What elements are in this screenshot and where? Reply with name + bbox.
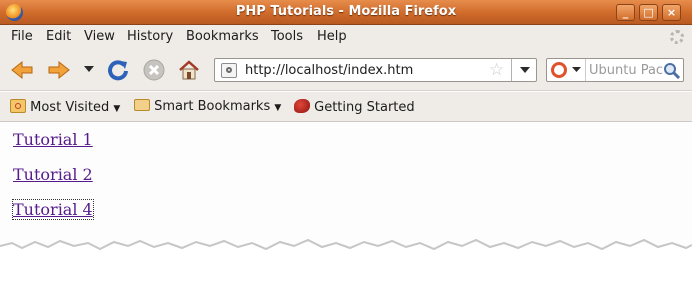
home-icon[interactable]	[178, 59, 200, 81]
bookmark-label: Getting Started	[314, 100, 415, 115]
url-dropdown-icon[interactable]	[520, 67, 530, 74]
dropdown-arrow-icon: ▼	[113, 104, 121, 114]
menu-tools[interactable]: Tools	[271, 29, 303, 44]
bookmarks-toolbar: Most Visited ▼ Smart Bookmarks ▼ Getting…	[0, 92, 692, 122]
minimize-button[interactable]: _	[616, 4, 635, 21]
menu-edit[interactable]: Edit	[46, 29, 71, 44]
site-identity-icon[interactable]	[221, 63, 237, 78]
bookmark-label: Smart Bookmarks	[154, 99, 271, 114]
browser-window: PHP Tutorials - Mozilla Firefox _ □ × Fi…	[0, 0, 692, 268]
navigation-toolbar: http://localhost/index.htm ☆ Ubuntu Pac	[0, 49, 692, 91]
search-icon[interactable]	[663, 62, 680, 79]
search-engine-icon[interactable]	[551, 62, 567, 78]
menu-help[interactable]: Help	[317, 29, 347, 44]
menu-bar: File Edit View History Bookmarks Tools H…	[0, 25, 692, 49]
back-arrow-icon[interactable]	[10, 60, 34, 80]
throbber-icon	[670, 30, 684, 44]
bookmark-getting-started[interactable]: Getting Started	[294, 99, 415, 115]
maximize-button[interactable]: □	[639, 4, 658, 21]
menu-history[interactable]: History	[127, 29, 173, 44]
reload-icon[interactable]	[107, 59, 129, 81]
bookmark-smart-bookmarks[interactable]: Smart Bookmarks ▼	[134, 99, 281, 114]
link-tutorial-4[interactable]: Tutorial 4	[12, 199, 94, 220]
link-tutorial-1[interactable]: Tutorial 1	[13, 130, 93, 149]
page-content: Tutorial 1 Tutorial 2 Tutorial 4	[0, 123, 692, 268]
search-input[interactable]: Ubuntu Pac	[589, 63, 663, 78]
menu-file[interactable]: File	[11, 29, 33, 44]
search-bar[interactable]: Ubuntu Pac	[546, 58, 684, 82]
getting-started-icon	[294, 99, 310, 113]
window-title: PHP Tutorials - Mozilla Firefox	[235, 4, 457, 19]
bookmark-most-visited[interactable]: Most Visited ▼	[10, 99, 120, 115]
bookmark-label: Most Visited	[30, 100, 110, 115]
history-dropdown-icon[interactable]	[84, 66, 94, 74]
bookmark-star-icon[interactable]: ☆	[489, 60, 504, 80]
folder-icon	[134, 99, 150, 111]
title-bar: PHP Tutorials - Mozilla Firefox _ □ ×	[0, 0, 692, 25]
close-button[interactable]: ×	[662, 4, 681, 21]
stop-icon[interactable]	[143, 59, 165, 81]
url-bar[interactable]: http://localhost/index.htm ☆	[214, 58, 537, 82]
dropdown-arrow-icon: ▼	[274, 103, 282, 113]
forward-arrow-icon[interactable]	[47, 60, 71, 80]
search-engine-dropdown-icon[interactable]	[572, 67, 581, 73]
link-tutorial-2[interactable]: Tutorial 2	[13, 165, 93, 184]
url-text[interactable]: http://localhost/index.htm	[245, 63, 413, 78]
menu-bookmarks[interactable]: Bookmarks	[186, 29, 259, 44]
menu-view[interactable]: View	[84, 29, 115, 44]
folder-icon	[10, 99, 26, 113]
